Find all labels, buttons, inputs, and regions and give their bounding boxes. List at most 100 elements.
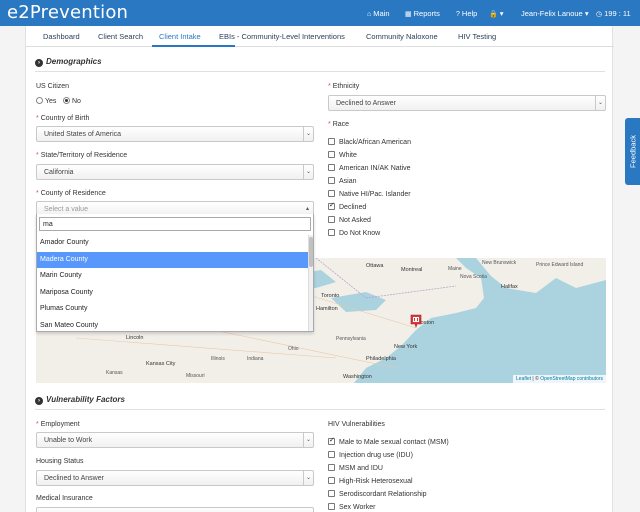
dropdown-scrollbar[interactable] — [308, 235, 313, 331]
race-checkbox[interactable] — [328, 190, 335, 197]
race-option[interactable]: Black/African American — [328, 138, 411, 146]
feedback-label: Feedback — [628, 135, 638, 168]
race-checkbox[interactable] — [328, 229, 335, 236]
demographics-header[interactable]: › Demographics — [35, 57, 102, 67]
hiv-option[interactable]: Male to Male sexual contact (MSM) — [328, 436, 449, 446]
hiv-option[interactable]: Sex Worker — [328, 503, 375, 511]
tab-client-intake[interactable]: Client Intake — [159, 32, 201, 41]
map-label-lincoln: Lincoln — [126, 335, 144, 341]
nav-help[interactable]: ? Help — [456, 9, 477, 18]
map-attribution: Leaflet | © OpenStreetMap contributors — [513, 375, 606, 383]
county-option[interactable]: Plumas County — [37, 301, 309, 318]
tab-dashboard[interactable]: Dashboard — [43, 32, 80, 41]
hiv-checkbox[interactable] — [328, 503, 335, 510]
county-option[interactable]: Madera County — [37, 251, 309, 268]
brand-logo[interactable]: e2Prevention — [7, 2, 128, 23]
timer-value: 199 : 11 — [604, 9, 631, 18]
required-marker: * — [328, 121, 331, 128]
state-select[interactable]: California ⌄ — [36, 164, 314, 180]
vulnerability-title: Vulnerability Factors — [46, 395, 125, 404]
race-checkbox[interactable] — [328, 216, 335, 223]
race-option[interactable]: Do Not Know — [328, 229, 380, 237]
chevron-down-icon: ⌄ — [595, 96, 605, 110]
employment-value: Unable to Work — [44, 437, 93, 444]
chevron-right-icon: › — [35, 397, 43, 405]
nav-reports[interactable]: ▦ Reports — [405, 9, 440, 18]
scrollbar-thumb[interactable] — [309, 237, 313, 267]
race-checkbox[interactable] — [328, 177, 335, 184]
hiv-option[interactable]: Injection drug use (IDU) — [328, 451, 413, 459]
race-option-label: Black/African American — [339, 139, 411, 146]
radio-no[interactable] — [63, 97, 70, 104]
section-divider — [35, 71, 605, 72]
nav-main-label: Main — [373, 9, 390, 18]
county-dropdown[interactable]: ma Amador County Madera County Marin Cou… — [36, 214, 314, 332]
race-checkbox[interactable] — [328, 201, 335, 210]
hiv-checkbox[interactable] — [328, 464, 335, 471]
county-option[interactable]: Amador County — [37, 235, 309, 252]
hiv-vulnerabilities-label: HIV Vulnerabilities — [328, 421, 385, 428]
race-option[interactable]: Not Asked — [328, 216, 371, 224]
hiv-checkbox[interactable] — [328, 451, 335, 458]
map-label-ohio: Ohio — [288, 346, 299, 352]
lock-icon: 🔒 — [489, 11, 498, 18]
race-label: * Race — [328, 121, 349, 128]
hiv-option-label: MSM and IDU — [339, 465, 383, 472]
map-label-toronto: Toronto — [321, 293, 340, 299]
map-label-kansas-city: Kansas City — [146, 361, 176, 367]
insurance-select[interactable] — [36, 507, 314, 512]
leaflet-link[interactable]: Leaflet — [516, 376, 531, 382]
country-of-birth-text: Country of Birth — [40, 115, 90, 122]
lock-menu[interactable]: 🔒 ▾ — [489, 9, 503, 18]
map-label-new-york: New York — [394, 344, 418, 350]
county-search-input[interactable]: ma — [39, 217, 311, 231]
housing-select[interactable]: Declined to Answer ⌄ — [36, 470, 314, 486]
race-option[interactable]: Native HI/Pac. Islander — [328, 190, 411, 198]
hiv-option[interactable]: Serodiscordant Relationship — [328, 490, 427, 498]
hiv-option[interactable]: High-Risk Heterosexual — [328, 477, 413, 485]
county-options-list[interactable]: Amador County Madera County Marin County… — [37, 235, 309, 331]
tab-community-naloxone[interactable]: Community Naloxone — [366, 32, 438, 41]
race-option[interactable]: American IN/AK Native — [328, 164, 411, 172]
tab-client-search[interactable]: Client Search — [98, 32, 143, 41]
demographics-title: Demographics — [46, 57, 102, 66]
country-of-birth-select[interactable]: United States of America ⌄ — [36, 126, 314, 142]
county-option[interactable]: Marin County — [37, 268, 309, 285]
us-citizen-no[interactable]: No — [63, 97, 81, 105]
hiv-checkbox[interactable] — [328, 477, 335, 484]
county-option[interactable]: Mariposa County — [37, 285, 309, 302]
us-citizen-yes[interactable]: Yes — [36, 97, 56, 105]
nav-main[interactable]: ⌂ Main — [367, 9, 390, 18]
radio-yes[interactable] — [36, 97, 43, 104]
ethnicity-text: Ethnicity — [332, 83, 360, 90]
race-checkbox[interactable] — [328, 138, 335, 145]
user-menu[interactable]: Jean-Felix Lanoue ▾ — [521, 9, 589, 18]
tab-bar: Dashboard Client Search Client Intake EB… — [26, 26, 614, 47]
tab-hiv-testing[interactable]: HIV Testing — [458, 32, 496, 41]
us-citizen-label: US Citizen — [36, 83, 70, 90]
map-label-washington: Washington — [343, 374, 372, 380]
tab-ebis[interactable]: EBIs - Community-Level Interventions — [219, 32, 345, 41]
hiv-checkbox[interactable] — [328, 490, 335, 497]
county-option[interactable]: San Mateo County — [37, 318, 309, 332]
osm-link[interactable]: OpenStreetMap contributors — [540, 376, 603, 382]
required-marker: * — [36, 115, 39, 122]
map-label-philadelphia: Philadelphia — [366, 356, 396, 362]
vulnerability-header[interactable]: › Vulnerability Factors — [35, 395, 125, 405]
feedback-tab[interactable]: Feedback — [625, 118, 640, 185]
user-name: Jean-Felix Lanoue — [521, 9, 583, 18]
chevron-down-icon: ⌄ — [303, 471, 313, 485]
race-checkbox[interactable] — [328, 164, 335, 171]
hiv-option[interactable]: MSM and IDU — [328, 464, 383, 472]
race-option-label: Declined — [339, 204, 367, 211]
employment-select[interactable]: Unable to Work ⌄ — [36, 432, 314, 448]
map-marker-icon[interactable] — [410, 314, 422, 328]
race-option[interactable]: Asian — [328, 177, 357, 185]
ethnicity-select[interactable]: Declined to Answer ⌄ — [328, 95, 606, 111]
required-marker: * — [36, 190, 39, 197]
race-option[interactable]: White — [328, 151, 357, 159]
hiv-checkbox[interactable] — [328, 436, 335, 445]
race-option[interactable]: Declined — [328, 201, 367, 211]
hiv-option-label: High-Risk Heterosexual — [339, 478, 413, 485]
race-checkbox[interactable] — [328, 151, 335, 158]
